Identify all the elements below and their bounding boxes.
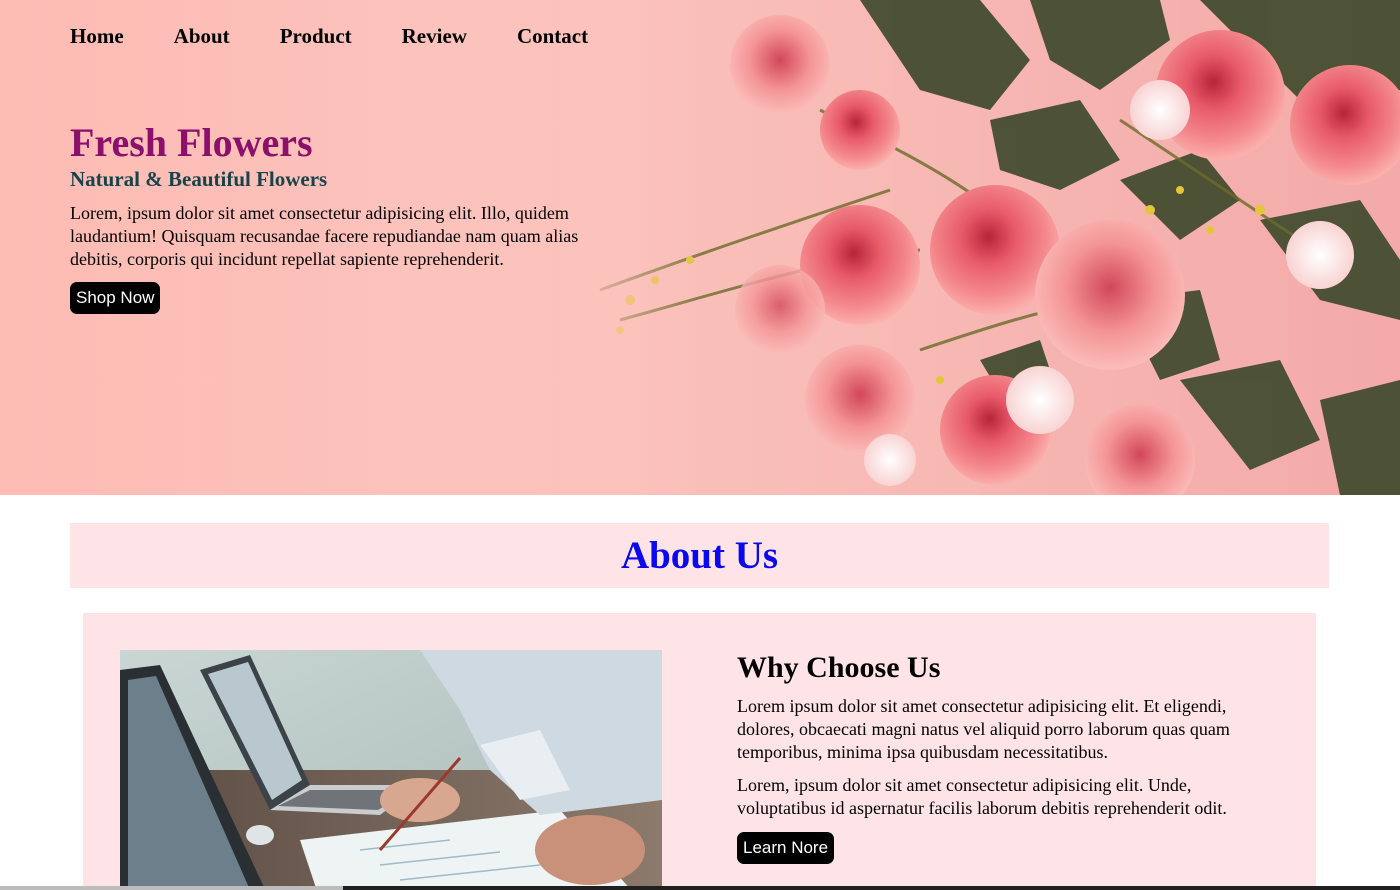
hero-content: Fresh Flowers Natural & Beautiful Flower… xyxy=(70,120,580,314)
scrollbar-thumb[interactable] xyxy=(0,886,343,890)
shop-now-button[interactable]: Shop Now xyxy=(70,282,161,314)
nav-review[interactable]: Review xyxy=(402,22,467,50)
about-paragraph-2: Lorem, ipsum dolor sit amet consectetur … xyxy=(737,775,1227,818)
about-card: Why Choose Us Lorem ipsum dolor sit amet… xyxy=(83,613,1316,890)
why-choose-us-content: Why Choose Us Lorem ipsum dolor sit amet… xyxy=(737,649,1282,864)
main-nav: Home About Product Review Contact xyxy=(70,22,638,50)
nav-product[interactable]: Product xyxy=(280,22,352,50)
hero-section: Home About Product Review Contact Fresh … xyxy=(0,0,1400,495)
nav-home[interactable]: Home xyxy=(70,22,124,50)
laptops-meeting-image xyxy=(120,650,662,890)
hero-title: Fresh Flowers xyxy=(70,120,313,165)
about-heading: About Us xyxy=(620,533,779,577)
why-choose-us-title: Why Choose Us xyxy=(737,651,941,684)
learn-more-button[interactable]: Learn Nore xyxy=(737,832,835,864)
flower-bouquet-image xyxy=(560,0,1400,495)
hero-subtitle: Natural & Beautiful Flowers xyxy=(70,167,328,191)
nav-contact[interactable]: Contact xyxy=(517,22,588,50)
horizontal-scrollbar[interactable] xyxy=(0,886,1400,890)
hero-description: Lorem, ipsum dolor sit amet consectetur … xyxy=(70,203,579,269)
nav-about[interactable]: About xyxy=(174,22,230,50)
about-paragraph-1: Lorem ipsum dolor sit amet consectetur a… xyxy=(737,696,1230,762)
about-heading-banner: About Us xyxy=(70,523,1329,588)
